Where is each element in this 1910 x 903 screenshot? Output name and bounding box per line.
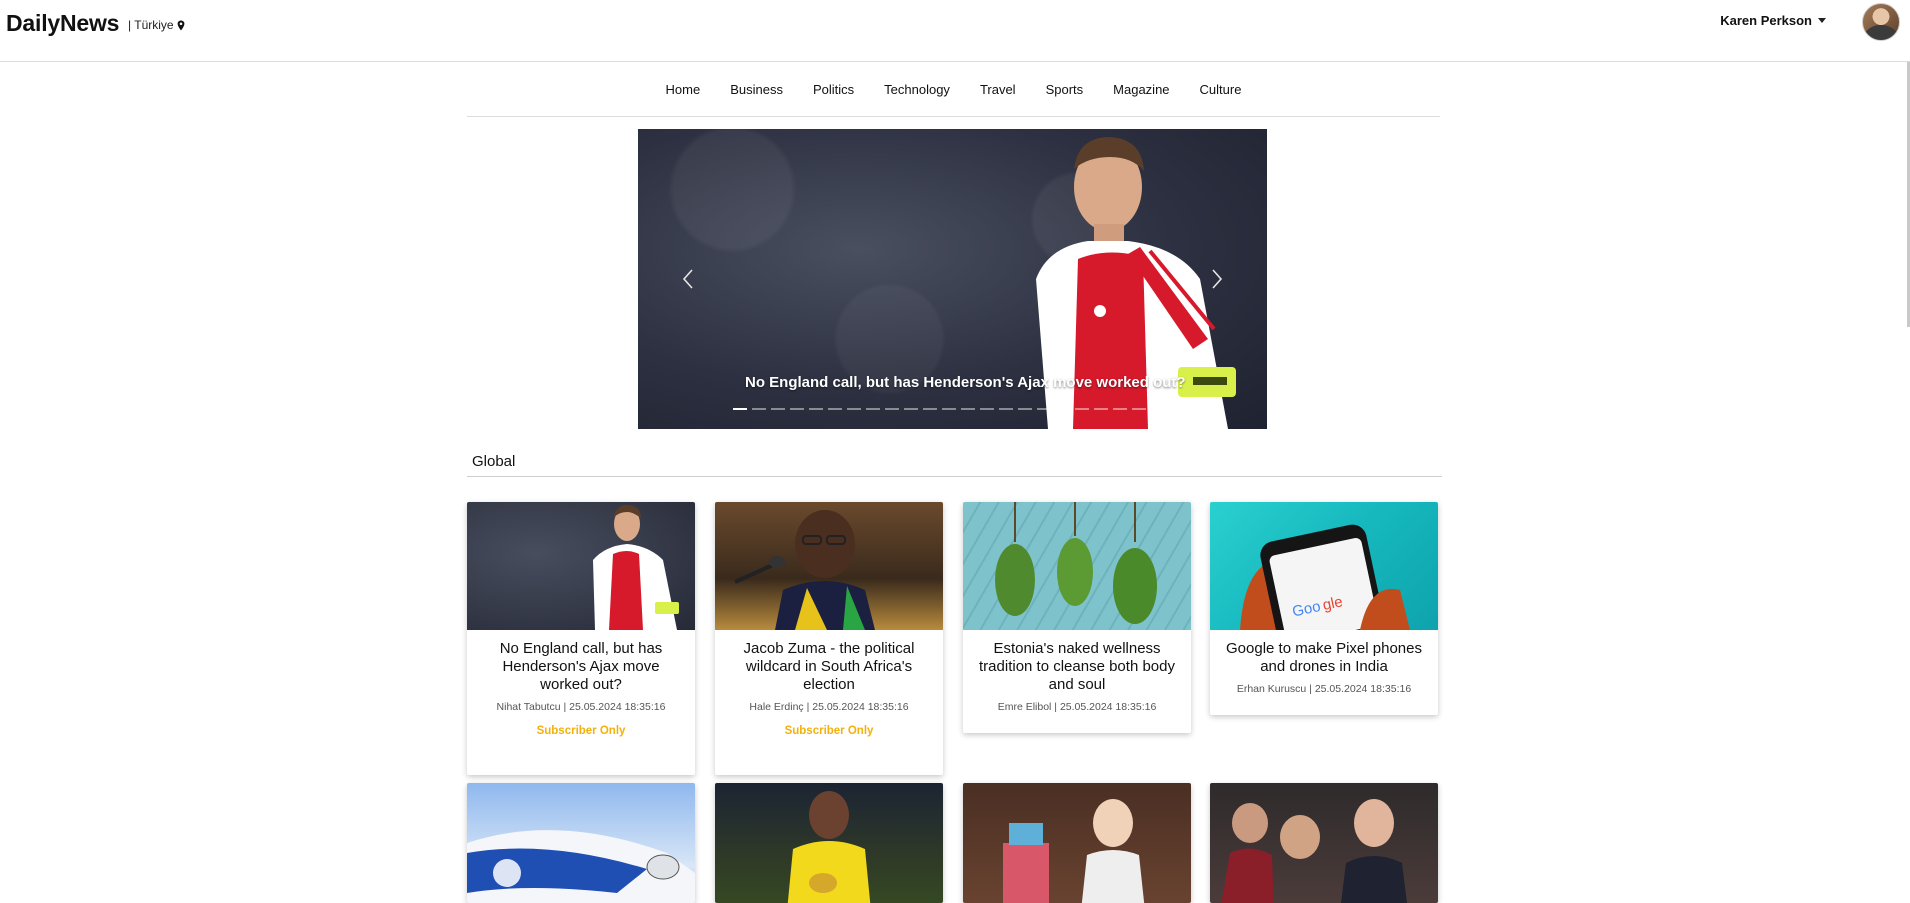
article-image: [593, 504, 679, 630]
carousel-indicator[interactable]: [790, 408, 804, 410]
section-title-global: Global: [467, 447, 1442, 477]
top-header: DailyNews | Türkiye Karen Perkson: [0, 0, 1910, 62]
article-thumbnail[interactable]: [715, 783, 943, 903]
article-card[interactable]: [715, 783, 943, 903]
article-card[interactable]: Goo gle Google to make Pixel phones and …: [1210, 502, 1438, 715]
article-title[interactable]: Jacob Zuma - the political wildcard in S…: [727, 640, 931, 694]
carousel-indicator[interactable]: [885, 408, 899, 410]
user-name-label: Karen Perkson: [1720, 13, 1812, 28]
article-thumbnail[interactable]: [467, 783, 695, 903]
article-title[interactable]: Estonia's naked wellness tradition to cl…: [975, 640, 1179, 694]
location-pin-icon: [177, 20, 184, 30]
nav-item-home[interactable]: Home: [651, 82, 716, 97]
carousel-indicator[interactable]: [809, 408, 823, 410]
article-thumbnail[interactable]: [1210, 783, 1438, 903]
hero-headline[interactable]: No England call, but has Henderson's Aja…: [745, 374, 1186, 391]
subscriber-badge: Subscriber Only: [536, 725, 626, 737]
article-card[interactable]: [467, 783, 695, 903]
locale-selector[interactable]: | Türkiye: [128, 18, 185, 32]
main-nav: Home Business Politics Technology Travel…: [467, 62, 1440, 117]
carousel-indicator[interactable]: [866, 408, 880, 410]
article-card[interactable]: Estonia's naked wellness tradition to cl…: [963, 502, 1191, 733]
nav-item-sports[interactable]: Sports: [1031, 82, 1099, 97]
chevron-right-icon[interactable]: [1207, 264, 1227, 294]
carousel-indicator[interactable]: [923, 408, 937, 410]
article-meta: Nihat Tabutcu | 25.05.2024 18:35:16: [496, 701, 666, 713]
carousel-indicator[interactable]: [771, 408, 785, 410]
carousel-indicator[interactable]: [847, 408, 861, 410]
chevron-left-icon[interactable]: [678, 264, 698, 294]
article-card[interactable]: Jacob Zuma - the political wildcard in S…: [715, 502, 943, 775]
article-thumbnail[interactable]: Goo gle: [1210, 502, 1438, 630]
article-meta: Emre Elibol | 25.05.2024 18:35:16: [997, 701, 1157, 713]
carousel-indicator[interactable]: [1132, 408, 1146, 410]
nav-item-culture[interactable]: Culture: [1185, 82, 1257, 97]
carousel-indicator[interactable]: [1037, 408, 1051, 410]
article-meta: Erhan Kuruscu | 25.05.2024 18:35:16: [1236, 683, 1412, 695]
carousel-indicator[interactable]: [1113, 408, 1127, 410]
nav-item-magazine[interactable]: Magazine: [1098, 82, 1184, 97]
carousel-indicator[interactable]: [752, 408, 766, 410]
article-thumbnail[interactable]: [467, 502, 695, 630]
article-image: [1003, 799, 1145, 903]
carousel-indicator[interactable]: [1018, 408, 1032, 410]
article-thumbnail[interactable]: [715, 502, 943, 630]
article-image: [995, 502, 1157, 624]
carousel-indicator[interactable]: [961, 408, 975, 410]
locale-label: | Türkiye: [128, 18, 174, 32]
subscriber-badge: Subscriber Only: [784, 725, 874, 737]
nav-item-technology[interactable]: Technology: [869, 82, 965, 97]
carousel-indicator[interactable]: [980, 408, 994, 410]
hero-carousel[interactable]: No England call, but has Henderson's Aja…: [638, 129, 1267, 429]
nav-item-business[interactable]: Business: [715, 82, 798, 97]
nav-item-travel[interactable]: Travel: [965, 82, 1031, 97]
article-thumbnail[interactable]: [963, 783, 1191, 903]
article-meta: Hale Erdinç | 25.05.2024 18:35:16: [749, 701, 909, 713]
carousel-indicator[interactable]: [1075, 408, 1089, 410]
article-image: [734, 510, 875, 630]
site-logo[interactable]: DailyNews: [6, 10, 119, 37]
carousel-indicator[interactable]: [904, 408, 918, 410]
carousel-indicator[interactable]: [1094, 408, 1108, 410]
article-image: Goo gle: [1240, 524, 1410, 630]
carousel-indicator[interactable]: [1056, 408, 1070, 410]
article-image: [787, 791, 871, 903]
nav-item-politics[interactable]: Politics: [798, 82, 869, 97]
carousel-indicator[interactable]: [733, 408, 747, 410]
carousel-indicator[interactable]: [942, 408, 956, 410]
article-image: [467, 830, 695, 903]
article-card[interactable]: [963, 783, 1191, 903]
carousel-indicators: [733, 408, 1146, 410]
chevron-down-icon: [1818, 18, 1826, 23]
avatar[interactable]: [1862, 3, 1900, 41]
article-title[interactable]: No England call, but has Henderson's Aja…: [479, 640, 683, 694]
carousel-indicator[interactable]: [999, 408, 1013, 410]
article-title[interactable]: Google to make Pixel phones and drones i…: [1222, 640, 1426, 676]
article-thumbnail[interactable]: [963, 502, 1191, 630]
article-card[interactable]: No England call, but has Henderson's Aja…: [467, 502, 695, 775]
user-menu[interactable]: Karen Perkson: [1720, 13, 1826, 28]
article-card[interactable]: [1210, 783, 1438, 903]
article-image: [1221, 799, 1407, 903]
carousel-indicator[interactable]: [828, 408, 842, 410]
